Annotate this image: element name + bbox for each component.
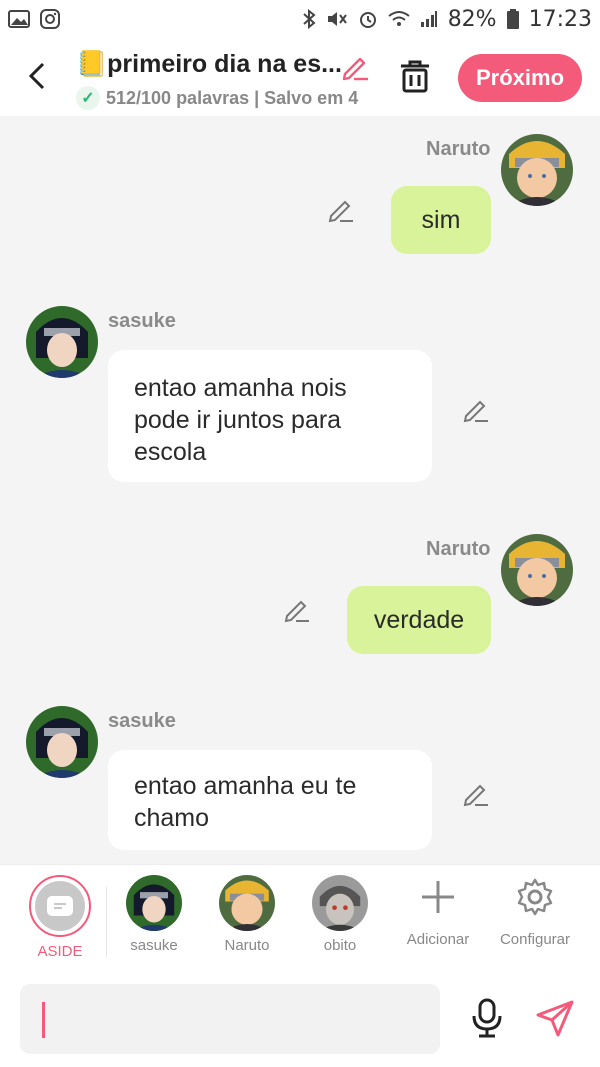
character-label: obito: [323, 937, 357, 954]
chevron-left-icon: [28, 62, 45, 90]
message-bubble[interactable]: verdade: [347, 586, 491, 654]
character-label: Naruto: [224, 937, 270, 954]
trash-icon: [401, 60, 429, 93]
character-label: Adicionar: [406, 931, 470, 948]
check-icon: ✓: [76, 86, 100, 110]
story-title-text: primeiro dia na es...: [107, 50, 342, 78]
sender-name: Naruto: [426, 538, 491, 560]
input-bar: [0, 972, 600, 1067]
naruto-avatar[interactable]: [501, 134, 573, 206]
sender-name: Naruto: [426, 138, 491, 160]
microphone-icon: [472, 998, 502, 1038]
pencil-icon: [284, 600, 309, 623]
save-status: ✓ 512/100 palavras | Salvo em 4: [76, 86, 374, 110]
message-bubble[interactable]: entao amanha eu te chamo: [108, 750, 432, 850]
clock: 17:23: [528, 6, 592, 32]
edit-title-button[interactable]: [340, 52, 370, 87]
obito-avatar: [312, 875, 368, 931]
battery-percent: 82%: [447, 6, 497, 32]
pencil-icon: [342, 57, 368, 81]
character-aside[interactable]: ASIDE: [15, 875, 105, 960]
character-label: ASIDE: [37, 943, 83, 960]
sasuke-avatar[interactable]: [26, 706, 98, 778]
word-count-text: 512/100 palavras | Salvo em 4: [106, 87, 359, 108]
notebook-emoji: 📒: [76, 50, 108, 78]
pencil-icon: [463, 400, 488, 423]
top-bar: 📒primeiro dia na es... ✓ 512/100 palavra…: [0, 38, 600, 116]
aside-avatar: [29, 875, 91, 937]
gallery-icon: [8, 10, 30, 28]
narration-icon: [35, 881, 85, 931]
status-left: [8, 9, 60, 29]
sasuke-avatar: [126, 875, 182, 931]
back-button[interactable]: [22, 56, 52, 96]
instagram-icon: [40, 9, 60, 29]
pencil-icon: [328, 200, 353, 223]
character-bar: ASIDE sasuke Naruto obito Adicionar Conf…: [0, 864, 600, 974]
text-cursor: [42, 1002, 45, 1038]
character-obito[interactable]: obito: [295, 875, 385, 954]
next-button[interactable]: Próximo: [458, 54, 582, 102]
message-bubble[interactable]: sim: [391, 186, 491, 254]
message-bubble[interactable]: entao amanha nois pode ir juntos para es…: [108, 350, 432, 482]
bluetooth-icon: [303, 9, 316, 29]
add-character-button[interactable]: Adicionar: [393, 877, 483, 948]
plus-icon: [422, 881, 454, 913]
signal-icon: [420, 11, 437, 27]
naruto-avatar[interactable]: [501, 534, 573, 606]
send-icon: [536, 1000, 574, 1037]
edit-message-button[interactable]: [462, 780, 490, 808]
delete-button[interactable]: [398, 58, 432, 99]
pencil-icon: [463, 784, 488, 807]
mute-icon: [327, 12, 347, 26]
sender-name: sasuke: [108, 310, 176, 332]
edit-message-button[interactable]: [327, 196, 355, 224]
divider: [106, 887, 107, 957]
send-button[interactable]: [534, 998, 576, 1045]
chat-area: Naruto sim sasuke entao amanha nois pode…: [0, 116, 600, 864]
gear-icon: [517, 878, 553, 916]
edit-message-button[interactable]: [283, 596, 311, 624]
status-bar: 82% 17:23: [0, 0, 600, 38]
edit-message-button[interactable]: [462, 396, 490, 424]
story-title[interactable]: 📒primeiro dia na es...: [76, 50, 346, 79]
battery-icon: [506, 9, 519, 29]
character-label: sasuke: [130, 937, 178, 954]
wifi-icon: [388, 11, 410, 26]
character-naruto[interactable]: Naruto: [202, 875, 292, 954]
sender-name: sasuke: [108, 710, 176, 732]
alarm-icon: [359, 12, 376, 28]
character-sasuke[interactable]: sasuke: [109, 875, 199, 954]
settings-button[interactable]: Configurar: [488, 877, 582, 948]
character-label: Configurar: [499, 931, 571, 948]
sasuke-avatar[interactable]: [26, 306, 98, 378]
status-right: 82% 17:23: [302, 7, 592, 32]
naruto-avatar: [219, 875, 275, 931]
message-input[interactable]: [20, 984, 440, 1054]
voice-button[interactable]: [470, 998, 504, 1043]
